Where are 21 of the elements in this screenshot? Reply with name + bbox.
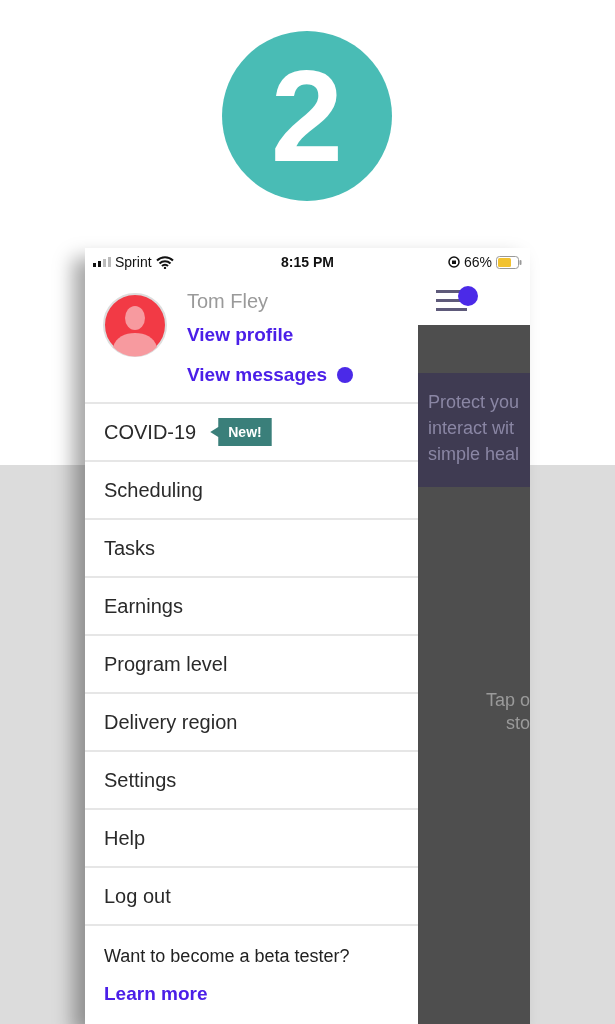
learn-more-link[interactable]: Learn more [104,983,418,1005]
hint-text: sto [506,712,530,735]
avatar-icon [103,293,167,357]
view-profile-link[interactable]: View profile [187,324,354,346]
signal-icon [93,257,111,267]
banner-text: simple heal [428,443,521,466]
view-messages-link[interactable]: View messages [187,364,328,386]
carrier-name: Sprint [115,254,152,270]
hint-text: Tap o [485,689,530,712]
rotation-lock-icon [447,256,460,268]
menu-item[interactable]: COVID-19 New! [85,404,418,462]
beta-question: Want to become a beta tester? [104,946,351,967]
new-badge: New! [210,418,272,446]
wifi-icon [155,255,174,269]
banner-text: interact wit [428,417,516,440]
step-number-badge: 2 [222,31,392,201]
banner-text: Protect you [428,391,521,414]
battery-icon [496,255,522,269]
user-name: Tom Fley [187,290,270,314]
status-time: 8:15 PM [280,254,335,270]
battery-percentage: 66% [463,254,492,270]
